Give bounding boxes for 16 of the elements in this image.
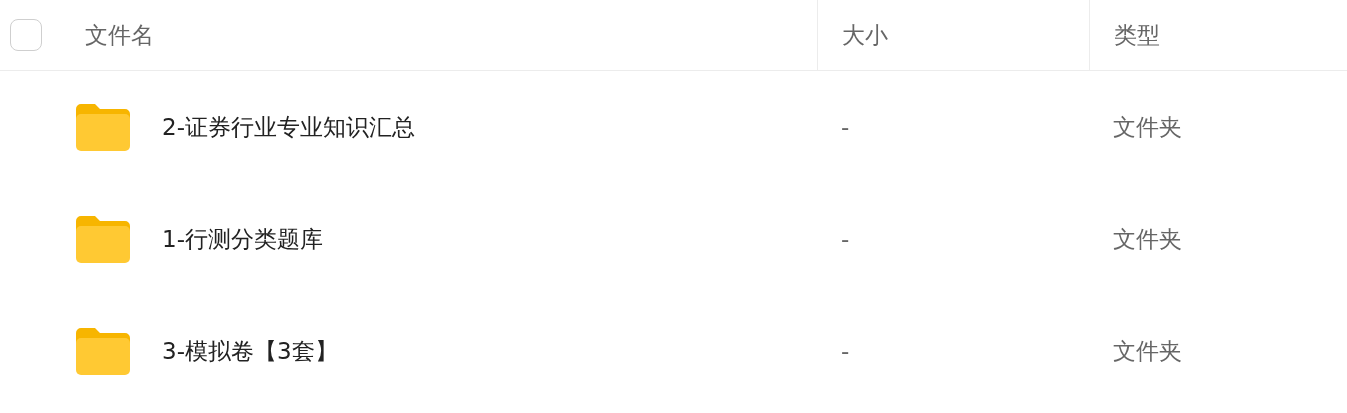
- file-size: -: [841, 112, 850, 142]
- file-name[interactable]: 3-模拟卷【3套】: [162, 333, 338, 369]
- column-header[interactable]: 文件名: [85, 17, 154, 53]
- file-size: -: [841, 224, 850, 254]
- file-type: 文件夹: [1113, 112, 1182, 142]
- column-header[interactable]: 大小: [842, 17, 888, 53]
- file-type: 文件夹: [1113, 224, 1182, 254]
- column-header[interactable]: 类型: [1114, 17, 1160, 53]
- file-size: -: [841, 336, 850, 366]
- select-all-checkbox[interactable]: [10, 19, 42, 51]
- folder-icon: [76, 215, 130, 263]
- file-type: 文件夹: [1113, 336, 1182, 366]
- file-name[interactable]: 1-行测分类题库: [162, 221, 323, 257]
- file-name[interactable]: 2-证券行业专业知识汇总: [162, 109, 415, 145]
- folder-icon: [76, 103, 130, 151]
- folder-icon: [76, 327, 130, 375]
